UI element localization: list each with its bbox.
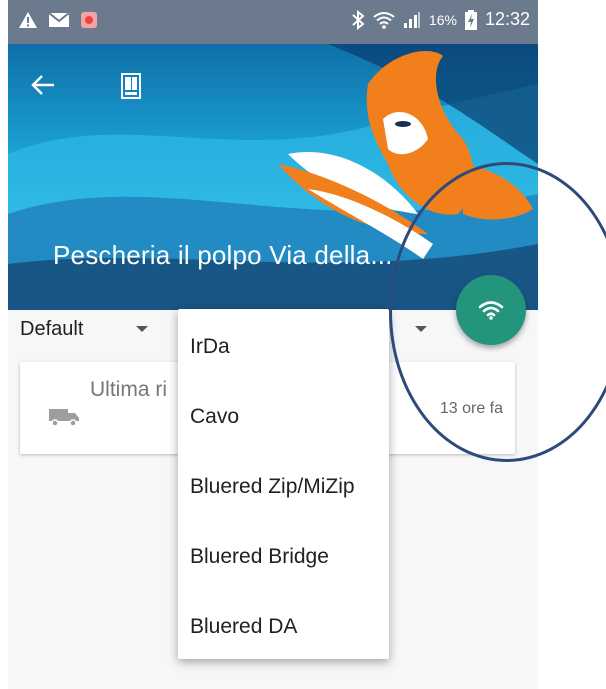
truck-icon: [49, 409, 79, 427]
menu-item-bluered-da[interactable]: Bluered DA: [190, 615, 297, 639]
menu-item-irda[interactable]: IrDa: [190, 335, 230, 359]
warning-icon: [19, 12, 37, 28]
app-notification-icon: [81, 12, 97, 28]
connection-type-menu: IrDa Cavo Bluered Zip/MiZip Bluered Brid…: [178, 309, 389, 659]
menu-item-cavo[interactable]: Cavo: [190, 405, 239, 429]
card-title: Ultima ri: [90, 378, 167, 401]
clock: 12:32: [484, 9, 530, 29]
device-icon[interactable]: [121, 73, 141, 99]
email-icon: [48, 12, 70, 27]
wifi-status-icon: [373, 11, 395, 29]
filter-chevron-down-icon[interactable]: [136, 326, 148, 332]
page-title: Pescheria il polpo Via della...: [53, 240, 393, 270]
battery-charging-icon: [464, 9, 477, 30]
battery-percent: 16%: [428, 11, 457, 28]
menu-item-bluered-bridge[interactable]: Bluered Bridge: [190, 545, 329, 569]
status-bar: 16% 12:32: [8, 0, 538, 44]
menu-item-bluered-zip[interactable]: Bluered Zip/MiZip: [190, 475, 355, 499]
signal-icon: [403, 11, 420, 28]
back-arrow-icon[interactable]: [30, 74, 56, 96]
bluetooth-icon: [352, 9, 365, 30]
filter-dropdown[interactable]: Default: [20, 318, 83, 341]
